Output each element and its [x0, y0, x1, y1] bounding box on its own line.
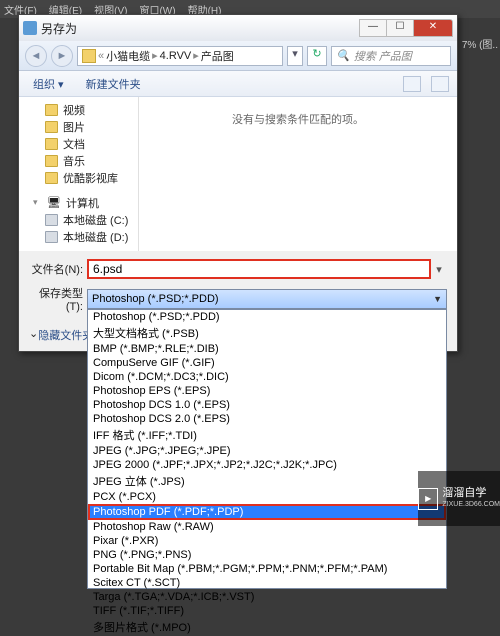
filetype-option[interactable]: JPEG 立体 (*.JPS) — [88, 472, 446, 490]
refresh-button[interactable]: ↻ — [307, 46, 327, 66]
zoom-percent-label: 7% (图.. — [462, 36, 498, 51]
filetype-option[interactable]: JPEG (*.JPG;*.JPEG;*.JPE) — [88, 444, 446, 458]
sidebar-item[interactable]: 视频 — [33, 101, 138, 118]
fields-area: 文件名(N): ▾ 保存类型(T): Photoshop (*.PSD;*.PD… — [19, 251, 457, 323]
filetype-option[interactable]: BMP (*.BMP;*.RLE;*.DIB) — [88, 342, 446, 356]
filetype-dropdown[interactable]: Photoshop (*.PSD;*.PDD)大型文档格式 (*.PSB)BMP… — [87, 309, 447, 589]
expand-icon[interactable]: ⌄ — [29, 327, 38, 343]
filetype-option[interactable]: Photoshop (*.PSD;*.PDD) — [88, 310, 446, 324]
breadcrumb-dropdown[interactable]: ▾ — [287, 46, 303, 66]
filetype-option[interactable]: PCX (*.PCX) — [88, 490, 446, 504]
breadcrumb-part[interactable]: 产品图 — [201, 48, 234, 64]
dialog-titlebar[interactable]: 另存为 — ☐ ✕ — [19, 15, 457, 41]
chevron-down-icon: ▼ — [433, 294, 442, 304]
file-list-area[interactable]: 没有与搜索条件匹配的项。 — [139, 97, 457, 251]
filetype-option[interactable]: 多图片格式 (*.MPO) — [88, 618, 446, 636]
filename-dropdown[interactable]: ▾ — [431, 263, 447, 276]
watermark-title: 溜溜自学 — [442, 487, 500, 499]
sidebar-drive[interactable]: 本地磁盘 (D:) — [33, 228, 138, 245]
filetype-option[interactable]: Photoshop EPS (*.EPS) — [88, 384, 446, 398]
save-as-dialog: 另存为 — ☐ ✕ ◄ ► « 小猫电缆 ▸ 4.RVV ▸ 产品图 ▾ ↻ 🔍… — [18, 14, 458, 352]
sidebar-item[interactable]: 优酷影视库 — [33, 169, 138, 186]
search-input[interactable]: 🔍 搜索 产品图 — [331, 46, 451, 66]
sidebar[interactable]: 视频 图片 文档 音乐 优酷影视库 ▾🖥计算机 本地磁盘 (C:) 本地磁盘 (… — [19, 97, 139, 251]
filetype-option[interactable]: Photoshop DCS 2.0 (*.EPS) — [88, 412, 446, 426]
filetype-select[interactable]: Photoshop (*.PSD;*.PDD) ▼ — [87, 289, 447, 309]
dialog-title: 另存为 — [41, 20, 360, 37]
minimize-button[interactable]: — — [359, 19, 387, 37]
filetype-option[interactable]: Portable Bit Map (*.PBM;*.PGM;*.PPM;*.PN… — [88, 562, 446, 576]
maximize-button[interactable]: ☐ — [386, 19, 414, 37]
filetype-option[interactable]: Photoshop PDF (*.PDF;*.PDP) — [88, 504, 446, 520]
filename-input[interactable] — [87, 259, 431, 279]
watermark-url: ZIXUE.3D66.COM — [442, 499, 500, 511]
forward-button[interactable]: ► — [51, 45, 73, 67]
dialog-body: 视频 图片 文档 音乐 优酷影视库 ▾🖥计算机 本地磁盘 (C:) 本地磁盘 (… — [19, 97, 457, 251]
filetype-label: 保存类型(T): — [29, 285, 87, 313]
filetype-option[interactable]: JPEG 2000 (*.JPF;*.JPX;*.JP2;*.J2C;*.J2K… — [88, 458, 446, 472]
search-icon: 🔍 — [336, 49, 350, 62]
hide-folders-link[interactable]: 隐藏文件夹 — [38, 327, 93, 343]
close-button[interactable]: ✕ — [413, 19, 453, 37]
sidebar-item[interactable]: 文档 — [33, 135, 138, 152]
watermark: ▶ 溜溜自学 ZIXUE.3D66.COM — [418, 471, 500, 526]
back-button[interactable]: ◄ — [25, 45, 47, 67]
filetype-option[interactable]: Scitex CT (*.SCT) — [88, 576, 446, 590]
filetype-option[interactable]: 大型文档格式 (*.PSB) — [88, 324, 446, 342]
help-button[interactable] — [431, 76, 449, 92]
app-icon — [23, 21, 37, 35]
filetype-option[interactable]: PNG (*.PNG;*.PNS) — [88, 548, 446, 562]
filename-label: 文件名(N): — [29, 261, 87, 277]
view-mode-button[interactable] — [403, 76, 421, 92]
breadcrumb-part[interactable]: 4.RVV — [160, 50, 192, 62]
filetype-option[interactable]: Dicom (*.DCM;*.DC3;*.DIC) — [88, 370, 446, 384]
sidebar-computer-header[interactable]: ▾🖥计算机 — [33, 194, 138, 211]
filetype-option[interactable]: CompuServe GIF (*.GIF) — [88, 356, 446, 370]
watermark-logo: ▶ — [418, 488, 438, 510]
organize-button[interactable]: 组织 ▾ — [27, 74, 70, 94]
folder-icon — [82, 49, 96, 63]
filetype-option[interactable]: Targa (*.TGA;*.VDA;*.ICB;*.VST) — [88, 590, 446, 604]
filetype-option[interactable]: Photoshop DCS 1.0 (*.EPS) — [88, 398, 446, 412]
filetype-option[interactable]: TIFF (*.TIF;*.TIFF) — [88, 604, 446, 618]
nav-bar: ◄ ► « 小猫电缆 ▸ 4.RVV ▸ 产品图 ▾ ↻ 🔍 搜索 产品图 — [19, 41, 457, 71]
filetype-option[interactable]: Pixar (*.PXR) — [88, 534, 446, 548]
filetype-option[interactable]: IFF 格式 (*.IFF;*.TDI) — [88, 426, 446, 444]
sidebar-item[interactable]: 图片 — [33, 118, 138, 135]
empty-message: 没有与搜索条件匹配的项。 — [232, 111, 364, 127]
breadcrumb-part[interactable]: 小猫电缆 — [106, 48, 150, 64]
search-placeholder: 搜索 产品图 — [354, 48, 412, 64]
filetype-option[interactable]: Photoshop Raw (*.RAW) — [88, 520, 446, 534]
filetype-value: Photoshop (*.PSD;*.PDD) — [92, 293, 219, 305]
toolbar: 组织 ▾ 新建文件夹 — [19, 71, 457, 97]
breadcrumb[interactable]: « 小猫电缆 ▸ 4.RVV ▸ 产品图 — [77, 46, 283, 66]
sidebar-drive[interactable]: 本地磁盘 (C:) — [33, 211, 138, 228]
new-folder-button[interactable]: 新建文件夹 — [80, 74, 147, 94]
sidebar-item[interactable]: 音乐 — [33, 152, 138, 169]
